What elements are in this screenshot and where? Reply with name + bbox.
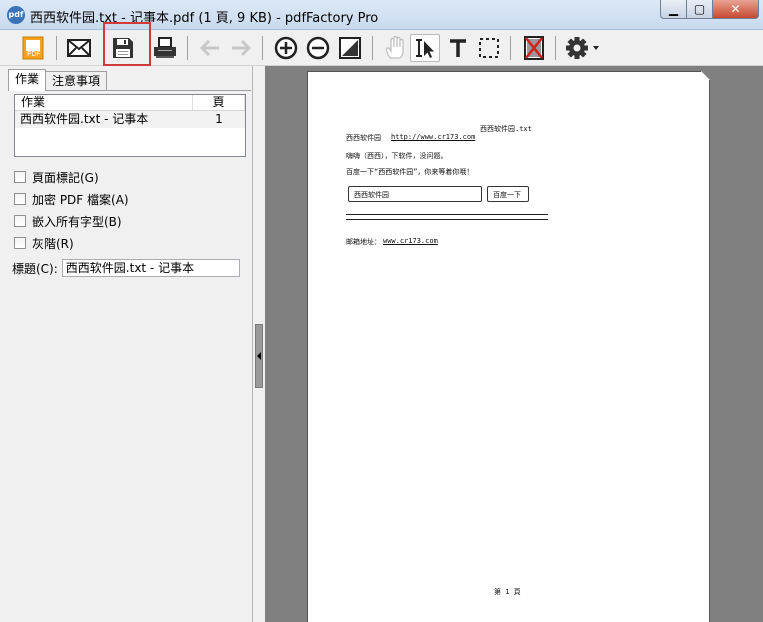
encrypt-pdf-option[interactable]: 加密 PDF 檔案(A) <box>14 188 129 210</box>
panel-splitter[interactable] <box>253 66 265 622</box>
toolbar-separator <box>555 36 556 60</box>
preview-line1-text: 西西软件园 <box>346 134 381 142</box>
page-marks-checkbox[interactable] <box>14 171 26 183</box>
page-marks-option[interactable]: 頁面標記(G) <box>14 166 129 188</box>
preview-search-button: 百度一下 <box>487 186 529 202</box>
delete-page-button[interactable] <box>519 34 549 62</box>
options-group: 頁面標記(G) 加密 PDF 檔案(A) 嵌入所有字型(B) 灰階(R) <box>14 166 129 254</box>
embed-fonts-option[interactable]: 嵌入所有字型(B) <box>14 210 129 232</box>
arrow-left-icon <box>199 39 219 57</box>
text-t-icon <box>450 39 466 57</box>
title-label: 標題(C): <box>12 261 58 276</box>
maximize-icon: ▢ <box>693 2 706 16</box>
tab-jobs[interactable]: 作業 <box>8 69 47 91</box>
toolbar-separator <box>187 36 188 60</box>
document-preview[interactable]: 西西软件园.txt 西西软件园 http://www.cr173.com 嗨嗨（… <box>265 66 763 622</box>
title-input[interactable]: 西西软件园.txt - 记事本 <box>61 259 240 277</box>
print-button[interactable] <box>150 34 180 62</box>
window-title: 西西软件园.txt - 记事本.pdf (1 頁, 9 KB) - pdfFac… <box>30 11 379 26</box>
toolbar-separator <box>56 36 57 60</box>
gear-icon <box>566 37 599 59</box>
toolbar-separator <box>262 36 263 60</box>
page-header: 西西软件园.txt <box>480 125 532 133</box>
select-text-tool-button[interactable] <box>410 34 440 62</box>
encrypt-pdf-checkbox[interactable] <box>14 193 26 205</box>
preview-contact-link: www.cr173.com <box>383 237 438 245</box>
envelope-icon <box>67 39 91 57</box>
job-list: 作業 頁 西西软件园.txt - 记事本 1 <box>14 94 246 157</box>
grayscale-label: 灰階(R) <box>32 236 74 251</box>
arrow-right-icon <box>232 39 252 57</box>
close-button[interactable]: ✕ <box>713 0 759 19</box>
minimize-icon: ▁ <box>668 2 679 16</box>
previous-page-button[interactable] <box>195 34 225 62</box>
panel-tabs: 作業 注意事項 <box>8 69 108 91</box>
delete-page-icon <box>524 36 544 60</box>
preview-search-text: 西西软件园 <box>354 191 389 199</box>
dashed-rectangle-icon <box>479 38 499 58</box>
column-header-job[interactable]: 作業 <box>15 95 193 110</box>
hand-icon <box>386 36 404 59</box>
preview-line3: 百度一下“西西软件园”，你来等着你哦！ <box>346 168 474 176</box>
embed-fonts-label: 嵌入所有字型(B) <box>32 214 122 229</box>
grayscale-option[interactable]: 灰階(R) <box>14 232 129 254</box>
zoom-out-icon <box>306 36 330 60</box>
marquee-select-button[interactable] <box>474 34 504 62</box>
printer-icon <box>154 37 176 58</box>
toolbar-separator <box>510 36 511 60</box>
settings-menu-button[interactable] <box>563 34 603 62</box>
preview-search-button-text: 百度一下 <box>493 191 521 199</box>
page-footer: 第 1 頁 <box>494 588 521 596</box>
job-list-header: 作業 頁 <box>15 95 245 111</box>
pdf-page: 西西软件园.txt 西西软件园 http://www.cr173.com 嗨嗨（… <box>307 71 710 622</box>
email-button[interactable] <box>64 34 94 62</box>
page-corner-fold <box>701 71 710 80</box>
zoom-in-button[interactable] <box>271 34 301 62</box>
fit-page-button[interactable] <box>335 34 365 62</box>
app-logo-icon: pdf <box>7 6 25 24</box>
title-row: 標題(C): 西西软件园.txt - 记事本 <box>12 259 240 277</box>
maximize-button[interactable]: ▢ <box>687 0 713 19</box>
embed-fonts-checkbox[interactable] <box>14 215 26 227</box>
hand-tool-button[interactable] <box>380 34 410 62</box>
preview-divider <box>346 214 548 215</box>
page-marks-label: 頁面標記(G) <box>32 170 99 185</box>
window-controls: ▁ ▢ ✕ <box>660 0 759 20</box>
collapse-panel-handle[interactable] <box>255 324 263 388</box>
grayscale-checkbox[interactable] <box>14 237 26 249</box>
preview-line1-link: http://www.cr173.com <box>391 133 476 141</box>
left-panel: 作業 注意事項 作業 頁 西西软件园.txt - 记事本 1 頁面標記(G) 加… <box>0 66 253 622</box>
text-cursor-arrow-icon <box>416 39 434 58</box>
svg-text:PDF: PDF <box>27 50 41 58</box>
next-page-button[interactable] <box>226 34 256 62</box>
encrypt-pdf-label: 加密 PDF 檔案(A) <box>32 192 129 207</box>
zoom-out-button[interactable] <box>303 34 333 62</box>
minimize-button[interactable]: ▁ <box>660 0 687 19</box>
toolbar-separator <box>372 36 373 60</box>
preview-contact-label: 邮箱地址： <box>346 238 381 246</box>
text-tool-button[interactable] <box>443 34 473 62</box>
highlight-annotation <box>103 22 151 66</box>
fit-page-icon <box>339 37 361 59</box>
pdf-file-icon: PDF <box>22 36 44 60</box>
zoom-in-icon <box>274 36 298 60</box>
job-pages: 1 <box>215 112 223 126</box>
job-name: 西西软件园.txt - 记事本 <box>20 112 149 126</box>
preview-search-box: 西西软件园 <box>348 186 482 202</box>
preview-divider <box>346 219 548 220</box>
preview-line2: 嗨嗨（西西），下软件，没问题。 <box>346 152 448 160</box>
chevron-down-icon <box>593 46 599 50</box>
save-as-pdf-button[interactable]: PDF <box>18 34 48 62</box>
tab-notes[interactable]: 注意事項 <box>45 71 108 91</box>
column-header-pages[interactable]: 頁 <box>193 95 245 110</box>
table-row[interactable]: 西西软件园.txt - 记事本 1 <box>15 111 245 128</box>
close-icon: ✕ <box>730 2 741 16</box>
